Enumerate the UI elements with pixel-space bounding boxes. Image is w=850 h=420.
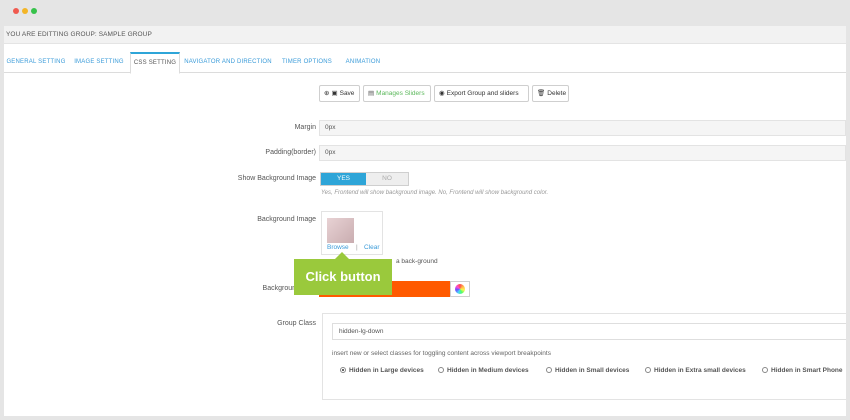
show-bg-image-toggle[interactable]: YES NO (320, 172, 409, 186)
delete-button[interactable]: 🗑 Delete (532, 85, 569, 102)
callout-arrow (335, 252, 349, 259)
group-class-input[interactable]: hidden-lg-down (332, 323, 846, 340)
maximize-window-dot[interactable] (31, 8, 37, 14)
tab-timer-options[interactable]: TIMER OPTIONS (276, 52, 338, 73)
radio-unchecked-icon (645, 367, 651, 373)
save-button[interactable]: ⊕ ▣ Save (319, 85, 360, 102)
group-class-panel: hidden-lg-down insert new or select clas… (322, 313, 846, 400)
bg-color-label: Backgroun (262, 285, 296, 292)
film-icon: ▤ (368, 90, 375, 97)
trash-icon: 🗑 (537, 90, 546, 97)
close-window-dot[interactable] (13, 8, 19, 14)
settings-tabs: GENERAL SETTING IMAGE SETTING CSS SETTIN… (4, 52, 846, 74)
toolbar: ⊕ ▣ Save ▤ Manages Sliders ◉ Export Group an… (4, 85, 846, 102)
page-title: YOU ARE EDITTING GROUP: SAMPLE GROUP (6, 31, 152, 38)
bg-image-thumbnail (327, 218, 354, 243)
color-wheel-icon (455, 284, 465, 294)
padding-input[interactable]: 0px (319, 145, 846, 161)
manage-sliders-button[interactable]: ▤ Manages Sliders (363, 85, 431, 102)
page-header: YOU ARE EDITTING GROUP: SAMPLE GROUP (4, 26, 846, 44)
group-class-label: Group Class (277, 320, 316, 327)
tab-general-setting[interactable]: GENERAL SETTING (4, 52, 68, 73)
group-class-help: insert new or select classes for togglin… (332, 350, 551, 357)
radio-hidden-small[interactable]: Hidden in Small devices (546, 367, 629, 374)
app-window: YOU ARE EDITTING GROUP: SAMPLE GROUP GEN… (4, 26, 846, 416)
bg-image-help: a back-ground (396, 258, 438, 265)
color-picker-button[interactable] (450, 281, 470, 297)
eye-icon: ◉ (439, 90, 445, 97)
minimize-window-dot[interactable] (22, 8, 28, 14)
radio-hidden-smart-phone[interactable]: Hidden in Smart Phone (762, 367, 843, 374)
clear-link[interactable]: Clear (364, 244, 380, 251)
show-bg-help: Yes, Frontend will show background image… (321, 190, 549, 196)
radio-hidden-extra-small[interactable]: Hidden in Extra small devices (645, 367, 746, 374)
tab-navigator-direction[interactable]: NAVIGATOR AND DIRECTION (182, 52, 274, 73)
padding-label: Padding(border) (265, 149, 316, 156)
radio-unchecked-icon (546, 367, 552, 373)
browse-link[interactable]: Browse (327, 244, 349, 251)
margin-input[interactable]: 0px (319, 120, 846, 136)
tab-css-setting[interactable]: CSS SETTING (130, 52, 180, 74)
radio-unchecked-icon (762, 367, 768, 373)
tab-image-setting[interactable]: IMAGE SETTING (68, 52, 130, 73)
radio-hidden-large[interactable]: Hidden in Large devices (340, 367, 424, 374)
window-titlebar (0, 0, 850, 24)
click-button-callout: Click button (294, 259, 392, 295)
margin-label: Margin (294, 124, 316, 131)
tab-animation[interactable]: ANIMATION (338, 52, 388, 73)
radio-unchecked-icon (438, 367, 444, 373)
plus-circle-icon: ⊕ (324, 90, 330, 97)
show-bg-image-label: Show Background Image (237, 175, 316, 182)
toggle-yes[interactable]: YES (321, 173, 366, 185)
export-group-button[interactable]: ◉ Export Group and sliders (434, 85, 529, 102)
bg-image-label: Background Image (257, 216, 316, 223)
link-separator: | (356, 244, 358, 251)
radio-checked-icon (340, 367, 346, 373)
radio-hidden-medium[interactable]: Hidden in Medium devices (438, 367, 529, 374)
toggle-no[interactable]: NO (366, 173, 408, 185)
floppy-icon: ▣ (331, 90, 338, 97)
bg-image-preview-box: Browse | Clear (321, 211, 383, 255)
